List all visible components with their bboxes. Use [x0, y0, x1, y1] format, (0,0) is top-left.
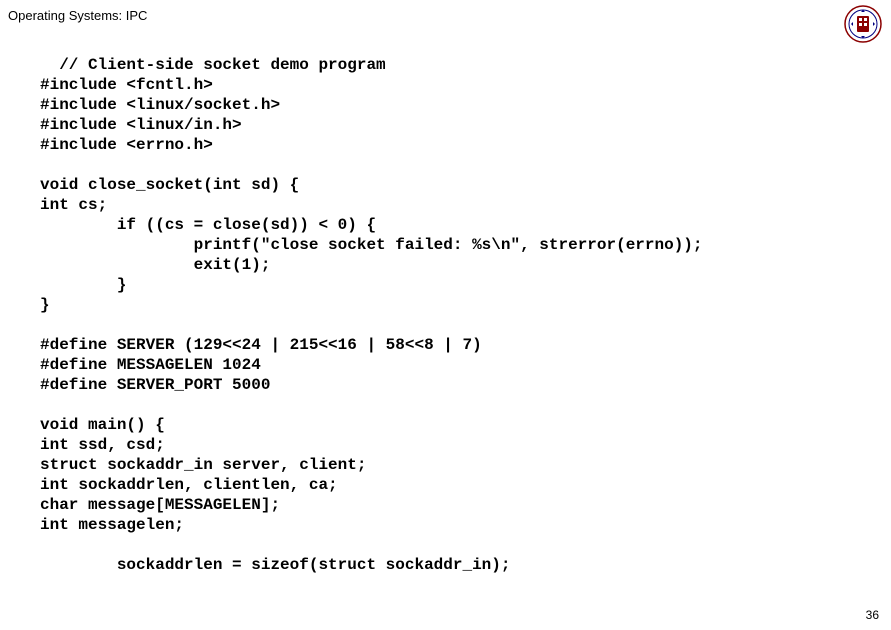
code-line: void close_socket(int sd) { [40, 176, 299, 194]
code-line: #include <linux/in.h> [40, 116, 242, 134]
code-line: int cs; [40, 196, 107, 214]
crest-icon [843, 4, 883, 44]
code-line: if ((cs = close(sd)) < 0) { [40, 216, 376, 234]
page-number: 36 [866, 608, 879, 622]
university-logo [843, 4, 883, 44]
code-line: // Client-side socket demo program [40, 56, 386, 74]
code-line: int messagelen; [40, 516, 184, 534]
code-line: void main() { [40, 416, 165, 434]
code-line: #define SERVER (129<<24 | 215<<16 | 58<<… [40, 336, 482, 354]
code-line: printf("close socket failed: %s\n", stre… [40, 236, 703, 254]
code-line: #define MESSAGELEN 1024 [40, 356, 261, 374]
code-line: #define SERVER_PORT 5000 [40, 376, 270, 394]
code-line: int sockaddrlen, clientlen, ca; [40, 476, 338, 494]
code-line: #include <linux/socket.h> [40, 96, 280, 114]
code-line: #include <errno.h> [40, 136, 213, 154]
code-content: // Client-side socket demo program #incl… [40, 55, 703, 575]
code-line: sockaddrlen = sizeof(struct sockaddr_in)… [40, 556, 510, 574]
code-line: } [40, 296, 50, 314]
code-line: struct sockaddr_in server, client; [40, 456, 366, 474]
slide-header-title: Operating Systems: IPC [8, 8, 147, 23]
code-line: char message[MESSAGELEN]; [40, 496, 280, 514]
code-line: } [40, 276, 126, 294]
code-line: exit(1); [40, 256, 270, 274]
code-line: int ssd, csd; [40, 436, 165, 454]
code-line: #include <fcntl.h> [40, 76, 213, 94]
